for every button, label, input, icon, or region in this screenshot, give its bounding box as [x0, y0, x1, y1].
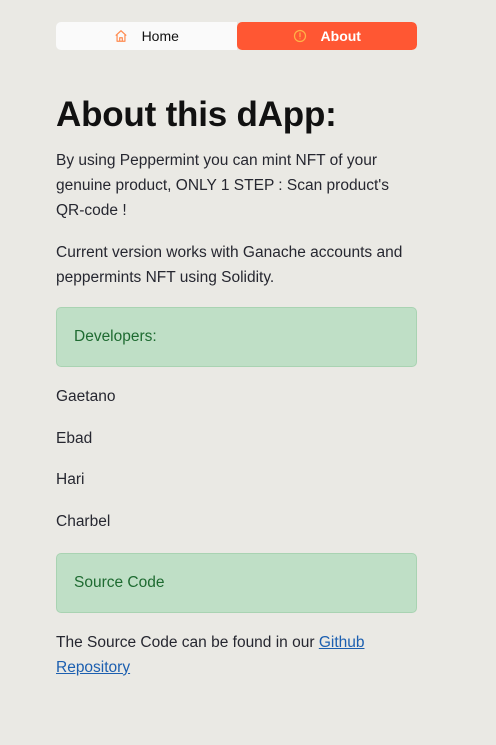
developer-name: Gaetano: [56, 388, 116, 405]
developer-name: Charbel: [56, 512, 111, 530]
developers-heading: Developers:: [74, 328, 157, 345]
intro-paragraph: By using Peppermint you can mint NFT of …: [56, 152, 389, 219]
source-paragraph: The Source Code can be found in our Gith…: [56, 630, 417, 680]
developers-callout: Developers:: [56, 307, 417, 367]
source-code-callout: Source Code: [56, 552, 417, 613]
info-circle-icon: [293, 29, 307, 43]
nav-item-about[interactable]: About: [236, 22, 417, 50]
developer-name: Ebad: [56, 429, 93, 447]
developer-list: Gaetano Ebad Hari Charbel: [56, 387, 417, 532]
house-icon: [114, 29, 128, 43]
source-code-heading: Source Code: [74, 573, 165, 591]
main-content: Home About About this dApp: By using Pep…: [56, 22, 417, 680]
page-title: About this dApp:: [56, 95, 337, 134]
nav-menu: Home About: [56, 22, 417, 50]
nav-home-label: Home: [141, 28, 179, 44]
nav-about-label: About: [320, 28, 361, 44]
developer-name: Hari: [56, 471, 85, 488]
source-text: The Source Code can be found in our: [56, 633, 319, 651]
version-paragraph: Current version works with Ganache accou…: [56, 244, 403, 286]
nav-item-home[interactable]: Home: [56, 22, 237, 50]
